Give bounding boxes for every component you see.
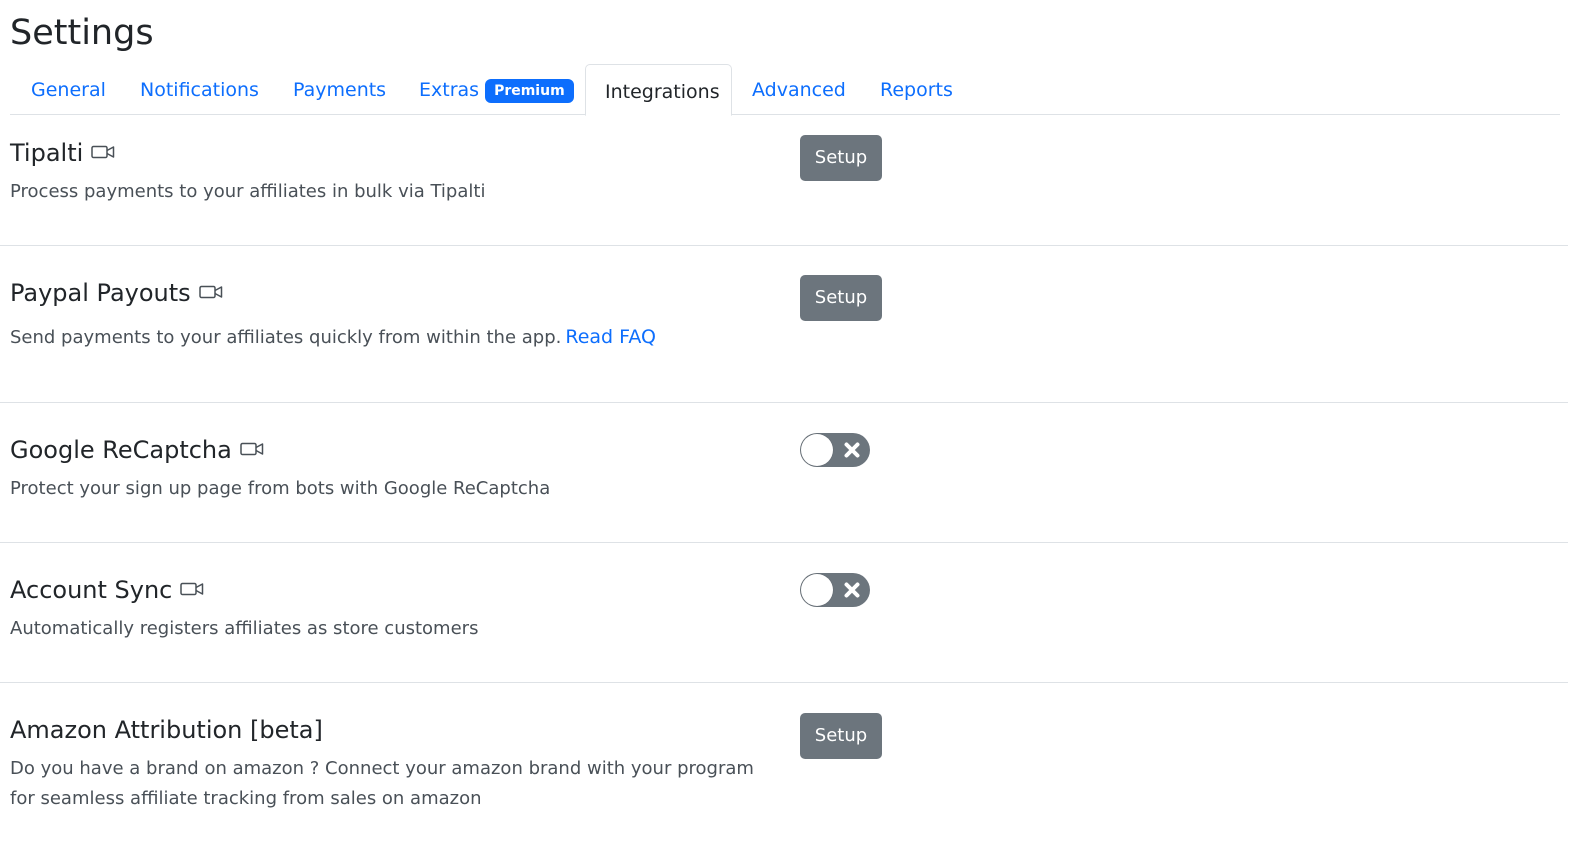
tab-general[interactable]: General — [31, 64, 106, 115]
integration-title: Amazon Attribution [beta] — [10, 716, 323, 744]
integration-description-text: Send payments to your affiliates quickly… — [10, 327, 562, 348]
tab-extras[interactable]: Extras Premium — [419, 64, 574, 115]
integration-description: Do you have a brand on amazon ? Connect … — [10, 758, 754, 809]
google-recaptcha-toggle[interactable] — [800, 433, 870, 467]
integration-description: Send payments to your affiliates quickly… — [10, 322, 780, 353]
tab-extras-label: Extras — [419, 79, 480, 101]
integration-title-text: Paypal Payouts — [10, 279, 191, 307]
integration-title-text: Google ReCaptcha — [10, 436, 232, 464]
integration-row-google-recaptcha: Google ReCaptcha Protect your sign up pa… — [0, 403, 1568, 543]
tab-notifications[interactable]: Notifications — [140, 64, 259, 115]
integration-title-text: Account Sync — [10, 576, 173, 604]
paypal-payouts-setup-button[interactable]: Setup — [800, 275, 882, 321]
video-camera-icon[interactable] — [180, 574, 204, 604]
amazon-attribution-setup-button[interactable]: Setup — [800, 713, 882, 759]
page-title: Settings — [10, 13, 154, 53]
close-icon — [844, 582, 860, 598]
integration-title: Account Sync — [10, 575, 204, 606]
integration-description: Protect your sign up page from bots with… — [10, 478, 551, 499]
integration-title: Google ReCaptcha — [10, 435, 264, 466]
tipalti-setup-button[interactable]: Setup — [800, 135, 882, 181]
integration-title-text: Tipalti — [10, 139, 84, 167]
video-camera-icon[interactable] — [240, 434, 264, 464]
toggle-knob — [801, 434, 833, 466]
integration-row-account-sync: Account Sync Automatically registers aff… — [0, 543, 1568, 683]
video-camera-icon[interactable] — [198, 277, 223, 307]
tab-integrations[interactable]: Integrations — [585, 64, 732, 116]
integration-title: Paypal Payouts — [10, 278, 223, 309]
video-camera-icon[interactable] — [91, 137, 115, 167]
integration-row-amazon-attribution: Amazon Attribution [beta] Do you have a … — [0, 683, 1568, 851]
tab-reports[interactable]: Reports — [880, 64, 953, 115]
tab-payments[interactable]: Payments — [293, 64, 386, 115]
integration-description: Automatically registers affiliates as st… — [10, 618, 479, 639]
integration-row-paypal-payouts: Paypal Payouts Send payments to your aff… — [0, 246, 1568, 403]
tab-advanced[interactable]: Advanced — [752, 64, 846, 115]
settings-tabs: General Notifications Payments Extras Pre… — [10, 64, 1560, 116]
premium-badge: Premium — [485, 79, 574, 103]
integration-title: Tipalti — [10, 138, 115, 169]
toggle-knob — [801, 574, 833, 606]
integration-description: Process payments to your affiliates in b… — [10, 181, 486, 202]
account-sync-toggle[interactable] — [800, 573, 870, 607]
close-icon — [844, 442, 860, 458]
integration-row-tipalti: Tipalti Process payments to your affilia… — [0, 116, 1568, 246]
read-faq-link[interactable]: Read FAQ — [565, 326, 656, 348]
